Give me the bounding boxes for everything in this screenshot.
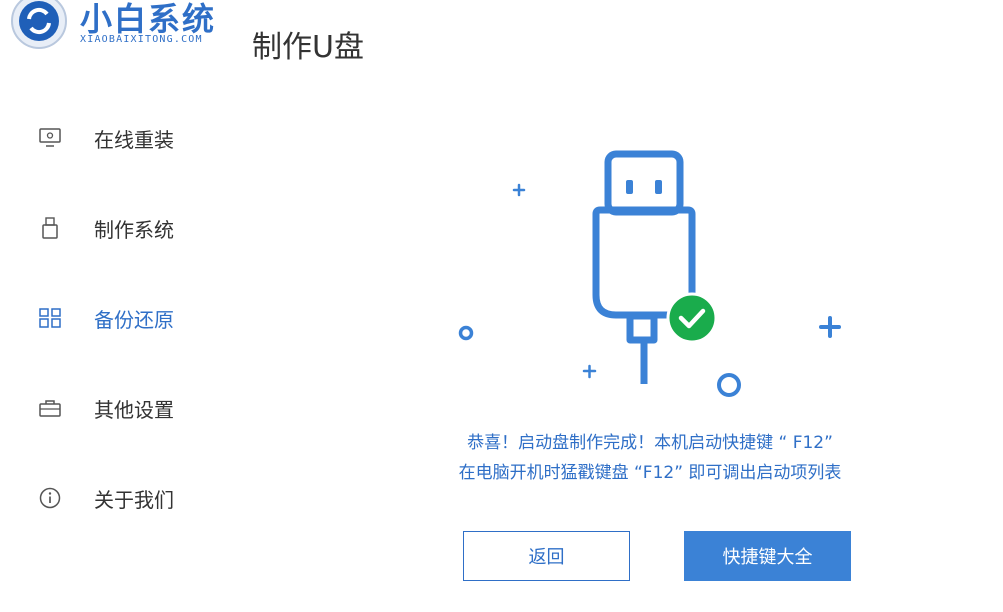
sidebar-item-about-us[interactable]: 关于我们 <box>38 478 238 518</box>
success-check-icon <box>666 292 718 344</box>
sidebar-item-label: 其他设置 <box>94 397 174 422</box>
hotkeys-button[interactable]: 快捷键大全 <box>684 531 851 581</box>
back-button[interactable]: 返回 <box>463 531 630 581</box>
sidebar-item-label: 制作系统 <box>94 217 174 242</box>
sidebar-item-label: 关于我们 <box>94 487 174 512</box>
page-title: 制作U盘 <box>252 30 364 65</box>
info-icon <box>38 486 62 510</box>
sidebar-item-online-reinstall[interactable]: 在线重装 <box>38 118 238 158</box>
grid-icon <box>38 306 62 330</box>
usb-success-illustration <box>458 150 841 397</box>
success-message-line1: 恭喜！启动盘制作完成！本机启动快捷键 “ F12” <box>467 433 833 453</box>
usb-drive-icon <box>38 216 62 240</box>
usb-cable-icon <box>592 150 696 384</box>
sidebar-item-make-system[interactable]: 制作系统 <box>38 208 238 248</box>
success-message-line2: 在电脑开机时猛戳键盘 “F12” 即可调出启动项列表 <box>458 463 842 483</box>
logo-icon <box>11 0 67 49</box>
briefcase-icon <box>38 396 62 420</box>
sidebar-item-label: 备份还原 <box>94 307 174 332</box>
sidebar-item-backup-restore[interactable]: 备份还原 <box>38 298 238 338</box>
sidebar-item-other-settings[interactable]: 其他设置 <box>38 388 238 428</box>
sidebar-item-label: 在线重装 <box>94 127 174 152</box>
brand-domain: XIAOBAIXITONG.COM <box>80 34 203 45</box>
monitor-icon <box>38 126 62 150</box>
